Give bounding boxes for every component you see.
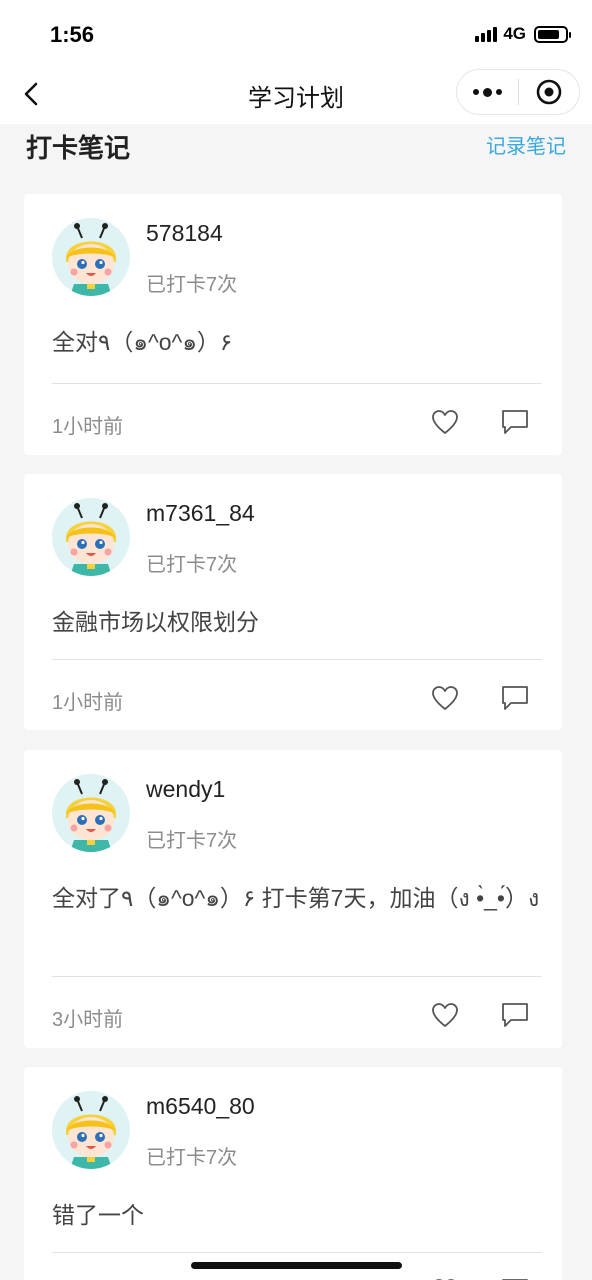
- mini-program-capsule: [456, 69, 580, 115]
- divider: [52, 383, 542, 384]
- like-button[interactable]: [430, 407, 460, 437]
- nav-bar: 学习计划: [0, 66, 592, 124]
- avatar[interactable]: [52, 218, 130, 296]
- checkin-count: 已打卡7次: [146, 274, 238, 296]
- status-bar: 1:56 4G: [0, 0, 592, 66]
- like-button[interactable]: [430, 1000, 460, 1030]
- checkin-count: 已打卡7次: [146, 1147, 238, 1169]
- note-card-3[interactable]: wendy1 已打卡7次 全对了٩（๑^o^๑）۶ 打卡第7天，加油（ง •̀_…: [24, 750, 562, 1048]
- note-card-1[interactable]: 578184 已打卡7次 全对٩（๑^o^๑）۶ 1小时前: [24, 194, 562, 455]
- post-time: 3小时前: [52, 1009, 124, 1031]
- note-content: 金融市场以权限划分: [52, 609, 259, 635]
- record-note-link[interactable]: 记录笔记: [486, 130, 566, 159]
- note-content: 错了一个: [52, 1202, 144, 1228]
- section-header: 打卡笔记 记录笔记: [0, 124, 592, 180]
- note-card-2[interactable]: m7361_84 已打卡7次 金融市场以权限划分 1小时前: [24, 474, 562, 730]
- heart-icon: [432, 1003, 458, 1027]
- avatar[interactable]: [52, 774, 130, 852]
- network-label: 4G: [503, 24, 526, 43]
- username[interactable]: wendy1: [146, 776, 225, 803]
- heart-icon: [435, 1279, 455, 1280]
- like-button[interactable]: [430, 1276, 460, 1280]
- comment-icon: [502, 1279, 528, 1280]
- comment-icon: [502, 1003, 528, 1027]
- divider: [52, 976, 542, 977]
- status-indicators: 4G: [475, 24, 571, 44]
- note-content: 全对٩（๑^o^๑）۶: [52, 329, 233, 355]
- status-time: 1:56: [50, 22, 95, 47]
- more-button[interactable]: [457, 69, 518, 115]
- battery-icon: [534, 25, 571, 43]
- like-button[interactable]: [430, 683, 460, 713]
- checkin-count: 已打卡7次: [146, 830, 238, 852]
- post-time: 1小时前: [52, 692, 124, 714]
- divider: [52, 1252, 542, 1253]
- comment-icon: [502, 686, 528, 710]
- comment-button[interactable]: [500, 1276, 530, 1280]
- post-time: 1小时前: [52, 416, 124, 438]
- avatar[interactable]: [52, 498, 130, 576]
- comment-icon: [502, 410, 528, 434]
- note-card-4[interactable]: m6540_80 已打卡7次 错了一个: [24, 1067, 562, 1280]
- avatar[interactable]: [52, 1091, 130, 1169]
- username[interactable]: m7361_84: [146, 500, 255, 527]
- signal-icon: [475, 26, 498, 42]
- more-icon: [473, 89, 479, 95]
- username[interactable]: m6540_80: [146, 1093, 255, 1120]
- home-indicator: [191, 1262, 402, 1269]
- checkin-count: 已打卡7次: [146, 554, 238, 576]
- target-icon: [536, 79, 562, 105]
- section-title: 打卡笔记: [26, 133, 131, 163]
- divider: [52, 659, 542, 660]
- comment-button[interactable]: [500, 683, 530, 713]
- note-content: 全对了٩（๑^o^๑）۶ 打卡第7天，加油（ง •̀_•́）ง: [52, 885, 540, 911]
- heart-icon: [432, 410, 458, 434]
- close-button[interactable]: [519, 69, 579, 115]
- comment-button[interactable]: [500, 1000, 530, 1030]
- heart-icon: [432, 686, 458, 710]
- username[interactable]: 578184: [146, 220, 223, 247]
- comment-button[interactable]: [500, 407, 530, 437]
